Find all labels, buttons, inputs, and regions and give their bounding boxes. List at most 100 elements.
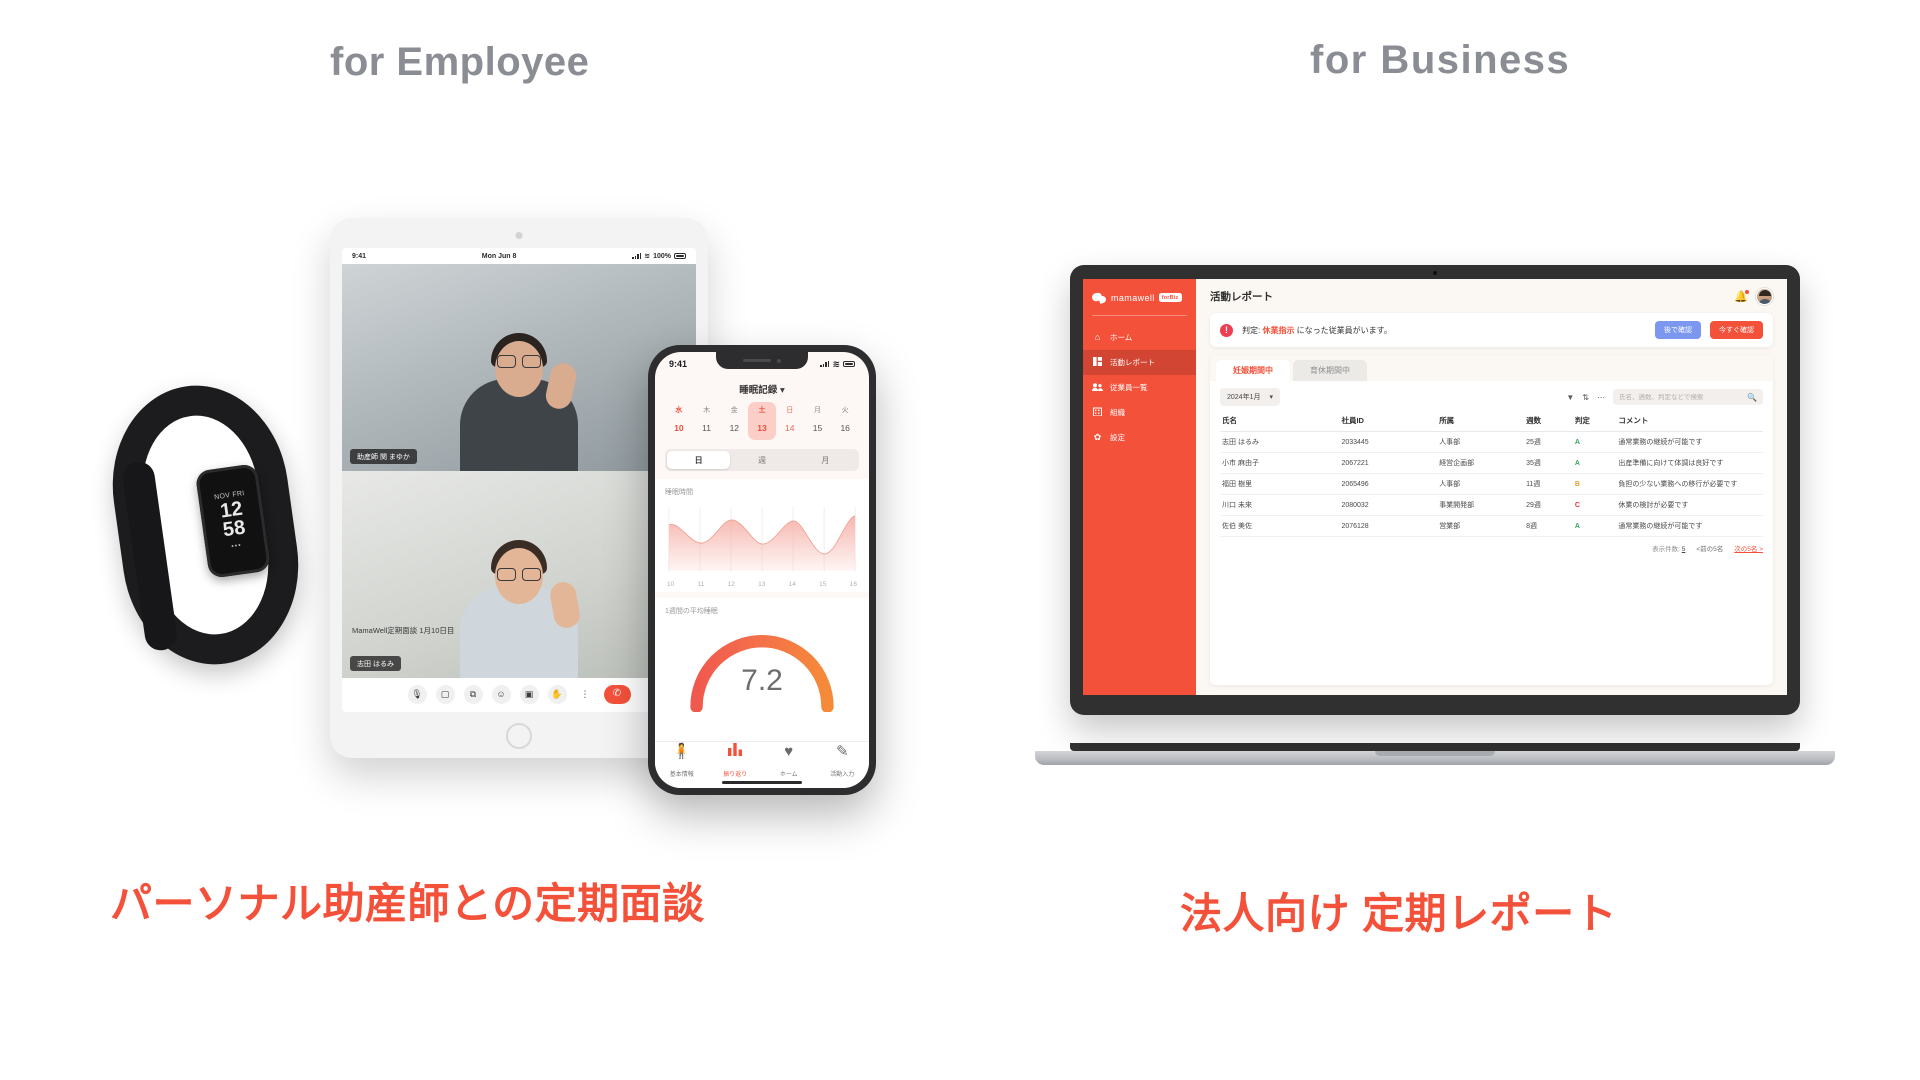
signal-icon bbox=[820, 361, 830, 367]
day-num: 11 bbox=[702, 423, 711, 433]
alert-suffix: になった従業員がいます。 bbox=[1294, 325, 1392, 335]
sidebar-item-employee-list[interactable]: 従業員一覧 bbox=[1083, 375, 1196, 400]
day-item[interactable]: 日 14 bbox=[776, 402, 804, 440]
status-badge: C bbox=[1572, 494, 1617, 516]
tab-childcare-leave[interactable]: 育休期間中 bbox=[1293, 360, 1367, 381]
table-row[interactable]: 小市 麻由子 2067221 経営企画部 35週 A 出産準備に向けて体調は良好… bbox=[1220, 452, 1763, 474]
day-selector[interactable]: 水 10 木 11 金 12 土 13 日 14 月 15 火 16 bbox=[655, 402, 869, 447]
tablet-status-bar: 9:41 Mon Jun 8 ≋ 100% bbox=[342, 248, 696, 264]
confirm-now-button[interactable]: 今すぐ確認 bbox=[1710, 321, 1763, 339]
more-icon[interactable]: ⋮ bbox=[576, 685, 595, 704]
cell-dept: 経営企画部 bbox=[1437, 452, 1525, 474]
search-icon[interactable]: 🔍 bbox=[1747, 393, 1757, 402]
raise-hand-icon[interactable]: ✋ bbox=[547, 684, 567, 704]
microphone-icon[interactable]: 🎙 bbox=[407, 684, 427, 704]
tab-activity-input[interactable]: ✎ 活動入力 bbox=[816, 742, 870, 781]
people-icon bbox=[1092, 382, 1103, 393]
sleep-area-chart bbox=[665, 501, 859, 579]
cell-dept: 人事部 bbox=[1437, 473, 1525, 495]
day-dow: 金 bbox=[730, 407, 738, 414]
filter-icon[interactable]: ▼ bbox=[1566, 393, 1574, 402]
day-item[interactable]: 金 12 bbox=[720, 402, 748, 440]
table-row[interactable]: 福田 樹里 2065496 人事部 11週 B 負担の少ない業務への移行が必要で… bbox=[1220, 473, 1763, 495]
tablet-status-date: Mon Jun 8 bbox=[481, 252, 517, 260]
sidebar-item-activity-report[interactable]: 活動レポート bbox=[1083, 350, 1196, 375]
battery-icon bbox=[673, 253, 686, 259]
business-product-group: mamawell forBiz ⌂ ホーム 活動レポート 従業員一覧 組織 ✿ … bbox=[1035, 265, 1835, 765]
status-badge: B bbox=[1572, 473, 1617, 495]
mamawell-mark-icon bbox=[1092, 292, 1107, 303]
caption-business: 法人向け 定期レポート bbox=[1180, 890, 1618, 937]
day-item[interactable]: 水 10 bbox=[665, 402, 693, 440]
table-row[interactable]: 志田 はるみ 2033445 人事部 25週 A 通常業務の継続が可能です bbox=[1220, 431, 1763, 453]
more-horizontal-icon[interactable]: ⋯ bbox=[1597, 393, 1605, 402]
alert-exclamation-icon: ! bbox=[1220, 323, 1233, 337]
video-call-area: 助産師 関 まゆか 志田 はるみ MamaWell定期面談 1月10日目 bbox=[342, 264, 696, 678]
sort-icon[interactable]: ⇅ bbox=[1582, 393, 1589, 402]
tab-pregnancy-period[interactable]: 妊娠期間中 bbox=[1216, 360, 1290, 381]
status-badge: A bbox=[1572, 515, 1617, 537]
table-footer: 表示件数: 5 <前の5名 次の5名 > bbox=[1220, 537, 1763, 553]
cell-name: 小市 麻由子 bbox=[1220, 452, 1340, 474]
video-tile-midwife[interactable]: 助産師 関 まゆか bbox=[342, 264, 696, 471]
prev-page-link[interactable]: <前の5名 bbox=[1696, 543, 1723, 553]
cell-id: 2033445 bbox=[1339, 431, 1438, 453]
month-value: 2024年1月 bbox=[1227, 394, 1261, 401]
search-box[interactable]: 🔍 bbox=[1613, 389, 1763, 405]
heart-icon: ♥ bbox=[784, 743, 794, 760]
cell-comment: 出産準備に向けて体調は良好です bbox=[1616, 452, 1763, 474]
segment-month[interactable]: 月 bbox=[794, 451, 857, 469]
screen-share-icon[interactable]: ⧉ bbox=[463, 684, 483, 704]
cell-comment: 通常業務の継続が可能です bbox=[1616, 431, 1763, 453]
day-item[interactable]: 火 16 bbox=[831, 402, 859, 440]
brand-logo[interactable]: mamawell forBiz bbox=[1083, 292, 1196, 315]
column-header-id: 社員ID bbox=[1339, 411, 1438, 432]
search-input[interactable] bbox=[1619, 393, 1742, 401]
sidebar-item-settings[interactable]: ✿ 設定 bbox=[1083, 425, 1196, 450]
period-segmented-control[interactable]: 日 週 月 bbox=[665, 449, 859, 471]
x-tick: 15 bbox=[819, 581, 827, 588]
video-icon[interactable]: ▢ bbox=[435, 684, 455, 704]
month-selector[interactable]: 2024年1月 ▾ bbox=[1220, 388, 1280, 406]
table-row[interactable]: 川口 未來 2080032 事業開発部 29週 C 休業の検討が必要です bbox=[1220, 494, 1763, 516]
alert-highlight: 休業指示 bbox=[1262, 325, 1295, 335]
day-item[interactable]: 月 15 bbox=[804, 402, 832, 440]
dashboard-main: 活動レポート 🔔 ! 判定: 休業指示 になった従業員がいます。 後で確認 今す… bbox=[1196, 279, 1787, 695]
phone-page-title[interactable]: 睡眠記録 ▾ bbox=[655, 374, 869, 402]
sleep-chart-card: 睡眠時間 10 11 12 13 14 15 16 bbox=[655, 479, 869, 592]
gear-icon: ✿ bbox=[1093, 432, 1102, 442]
confirm-later-button[interactable]: 後で確認 bbox=[1655, 321, 1701, 339]
notification-bell-icon[interactable]: 🔔 bbox=[1734, 289, 1749, 303]
tab-basic-info[interactable]: 🧍 基本情報 bbox=[655, 742, 709, 781]
segment-day[interactable]: 日 bbox=[667, 451, 731, 469]
segment-week[interactable]: 週 bbox=[730, 451, 793, 469]
avatar[interactable] bbox=[1756, 287, 1773, 305]
pregnant-person-icon: 🧍 bbox=[672, 743, 692, 760]
employee-report-table: 氏名 社員ID 所属 週数 判定 コメント 志田 はるみ 2033445 人事部… bbox=[1220, 411, 1763, 537]
end-call-icon[interactable]: ✆ bbox=[603, 684, 631, 704]
table-toolbar: 2024年1月 ▾ ▼ ⇅ ⋯ 🔍 bbox=[1220, 388, 1763, 406]
video-tile-employee[interactable]: 志田 はるみ bbox=[342, 471, 696, 678]
table-row[interactable]: 佐伯 美佐 2076128 営業部 8週 A 通常業務の継続が可能です bbox=[1220, 515, 1763, 537]
cell-weeks: 29週 bbox=[1524, 494, 1573, 516]
sidebar-item-organization[interactable]: 組織 bbox=[1083, 400, 1196, 425]
layout-icon[interactable]: ▣ bbox=[519, 684, 539, 704]
next-page-link[interactable]: 次の5名 > bbox=[1734, 543, 1763, 553]
day-item[interactable]: 木 11 bbox=[693, 402, 721, 440]
sidebar-item-home[interactable]: ⌂ ホーム bbox=[1083, 325, 1196, 350]
tab-home[interactable]: ♥ ホーム bbox=[762, 742, 816, 781]
dashboard-header: 活動レポート 🔔 bbox=[1196, 279, 1787, 313]
x-tick: 14 bbox=[788, 581, 796, 588]
tab-review[interactable]: 振り返り bbox=[709, 742, 763, 781]
tablet-home-button[interactable] bbox=[506, 723, 532, 749]
sleep-gauge: 7.2 bbox=[665, 620, 859, 712]
cell-dept: 事業開発部 bbox=[1437, 494, 1525, 516]
dashboard-screen: mamawell forBiz ⌂ ホーム 活動レポート 従業員一覧 組織 ✿ … bbox=[1083, 279, 1787, 695]
day-num: 12 bbox=[729, 423, 740, 433]
laptop-camera-icon bbox=[1433, 271, 1437, 275]
column-header-name: 氏名 bbox=[1220, 411, 1340, 432]
emoji-icon[interactable]: ☺ bbox=[491, 684, 511, 704]
day-item-selected[interactable]: 土 13 bbox=[748, 402, 776, 440]
phone-device: 9:41 ≋ 睡眠記録 ▾ 水 10 木 11 金 12 土 13 日 14 月… bbox=[648, 345, 876, 795]
rows-per-page-value[interactable]: 5 bbox=[1682, 546, 1686, 553]
